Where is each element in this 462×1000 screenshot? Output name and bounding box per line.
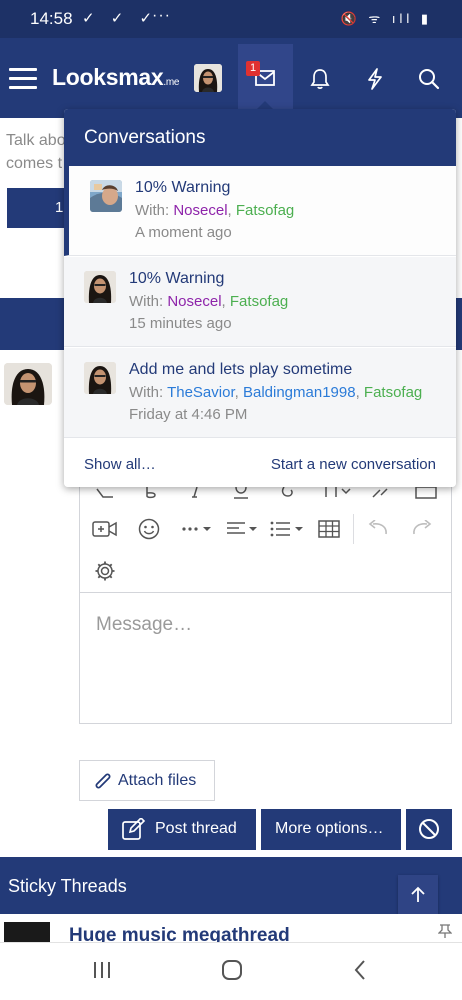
- undo-icon[interactable]: [365, 516, 391, 542]
- conversation-timestamp: Friday at 4:46 PM: [129, 406, 248, 423]
- partial-button[interactable]: 1: [7, 188, 67, 228]
- conversation-timestamp: 15 minutes ago: [129, 315, 232, 332]
- message-editor: Message…: [79, 460, 452, 724]
- participant-link[interactable]: TheSavior: [167, 384, 235, 401]
- thread-thumbnail: [4, 922, 50, 942]
- poster-avatar[interactable]: [4, 363, 52, 405]
- more-options-button[interactable]: More options…: [261, 809, 401, 850]
- user-avatar[interactable]: [194, 64, 222, 92]
- conversation-item[interactable]: 10% Warning With: Nosecel, Fatsofag A mo…: [64, 166, 456, 256]
- show-all-link[interactable]: Show all…: [84, 456, 156, 473]
- attach-files-label: Attach files: [118, 772, 197, 789]
- participant-link[interactable]: Fatsofag: [236, 202, 294, 219]
- back-icon[interactable]: [352, 959, 368, 981]
- message-input[interactable]: Message…: [96, 614, 192, 636]
- settings-icon[interactable]: [92, 558, 118, 584]
- more-notifications-icon: ···: [152, 7, 171, 24]
- conversation-item[interactable]: Add me and lets play sometime With: TheS…: [64, 348, 456, 438]
- recent-apps-icon[interactable]: [92, 959, 112, 981]
- cancel-draft-button[interactable]: [406, 809, 452, 850]
- bell-icon[interactable]: [309, 68, 331, 90]
- editor-divider: [80, 592, 451, 593]
- paperclip-icon: [95, 773, 111, 789]
- site-header: Looksmax.me 1: [0, 38, 462, 118]
- smiley-icon[interactable]: [136, 516, 162, 542]
- thread-list-item[interactable]: Huge music megathread: [0, 914, 462, 942]
- start-new-conversation-link[interactable]: Start a new conversation: [271, 456, 436, 473]
- conversation-title[interactable]: Add me and lets play sometime: [129, 361, 352, 379]
- clock: 14:58: [30, 9, 73, 28]
- conversation-avatar: [84, 362, 116, 394]
- participant-link[interactable]: Nosecel: [167, 293, 221, 310]
- conversation-participants: With: Nosecel, Fatsofag: [135, 202, 295, 219]
- participant-link[interactable]: Baldingman1998: [243, 384, 356, 401]
- conversation-timestamp: A moment ago: [135, 224, 232, 241]
- inbox-unread-badge: 1: [246, 61, 260, 76]
- forum-description: Talk abo comes t: [6, 132, 66, 172]
- conversation-participants: With: TheSavior, Baldingman1998, Fatsofa…: [129, 384, 423, 401]
- align-dropdown-icon[interactable]: [226, 516, 260, 542]
- android-nav-bar: [0, 942, 462, 1000]
- participant-link[interactable]: Fatsofag: [230, 293, 288, 310]
- participant-link[interactable]: Fatsofag: [364, 384, 422, 401]
- arrow-up-icon: [411, 886, 425, 902]
- popup-title: Conversations: [64, 109, 456, 166]
- list-dropdown-icon[interactable]: [270, 516, 306, 542]
- system-status-icons: 🔇 ᯤ ıll ▮: [340, 11, 432, 26]
- participant-link[interactable]: Nosecel: [173, 202, 227, 219]
- menu-icon[interactable]: [9, 68, 37, 90]
- search-icon[interactable]: [418, 68, 440, 90]
- insert-media-icon[interactable]: [92, 516, 118, 542]
- post-thread-button[interactable]: Post thread: [108, 809, 256, 850]
- conversation-title[interactable]: 10% Warning: [129, 270, 224, 288]
- popup-footer: Show all… Start a new conversation: [64, 438, 456, 487]
- redo-icon[interactable]: [409, 516, 435, 542]
- conversation-avatar: [90, 180, 122, 212]
- toolbar-divider: [353, 514, 354, 544]
- conversations-popup: Conversations 10% Warning With: Nosecel,…: [64, 109, 456, 487]
- conversation-participants: With: Nosecel, Fatsofag: [129, 293, 289, 310]
- scroll-to-top-button[interactable]: [398, 875, 438, 915]
- home-icon[interactable]: [221, 959, 243, 981]
- pin-icon: [438, 924, 452, 938]
- post-thread-label: Post thread: [155, 820, 237, 837]
- notification-icons: ✓ ✓ ✓: [82, 10, 159, 27]
- thread-title-link[interactable]: Huge music megathread: [69, 925, 290, 942]
- lightning-icon[interactable]: [364, 68, 386, 90]
- conversation-avatar: [84, 271, 116, 303]
- site-logo[interactable]: Looksmax.me: [52, 64, 179, 91]
- more-options-dropdown-icon[interactable]: [180, 516, 214, 542]
- prohibited-icon: [419, 819, 439, 839]
- status-bar: 14:58 ✓ ✓ ✓ ··· 🔇 ᯤ ıll ▮: [0, 0, 462, 38]
- table-icon[interactable]: [316, 516, 342, 542]
- conversation-item[interactable]: 10% Warning With: Nosecel, Fatsofag 15 m…: [64, 257, 456, 347]
- conversation-title[interactable]: 10% Warning: [135, 179, 230, 197]
- edit-icon: [122, 818, 146, 840]
- sticky-threads-header: Sticky Threads: [0, 857, 462, 914]
- attach-files-button[interactable]: Attach files: [79, 760, 215, 801]
